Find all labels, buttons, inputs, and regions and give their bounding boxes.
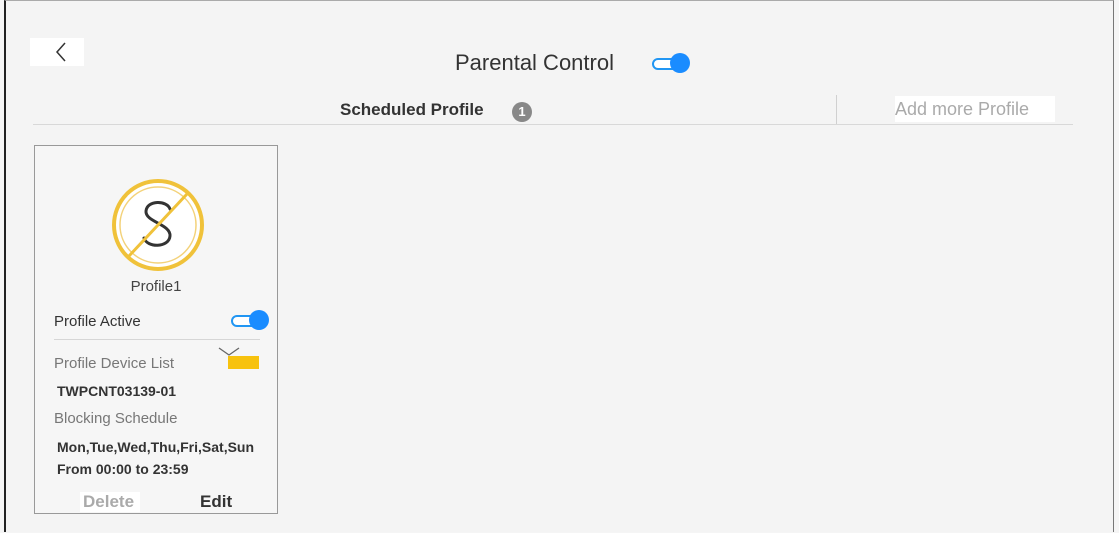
device-list-dropdown[interactable]: [217, 346, 261, 370]
divider: [54, 339, 260, 340]
device-name: TWPCNT03139-01: [57, 383, 177, 399]
toggle-knob: [249, 310, 269, 330]
tab-divider: [836, 95, 837, 125]
schedule-time: From 00:00 to 23:59: [57, 461, 189, 477]
tab-scheduled-profile[interactable]: Scheduled Profile: [340, 100, 505, 124]
parental-control-toggle[interactable]: [652, 53, 690, 73]
profile-card: Profile1 Profile Active Profile Device L…: [34, 145, 278, 515]
page-title: Parental Control: [455, 50, 614, 75]
back-button[interactable]: [52, 40, 70, 64]
chevron-down-icon: [218, 347, 259, 369]
no-schedule-icon: [109, 176, 207, 274]
profile-count-badge: 1: [512, 102, 532, 122]
edit-button[interactable]: Edit: [200, 492, 236, 515]
tabs-underline: [33, 124, 1073, 125]
delete-button[interactable]: Delete: [80, 492, 141, 512]
device-list-label: Profile Device List: [54, 355, 175, 372]
tab-scheduled-label: Scheduled Profile: [340, 100, 484, 119]
edit-label: Edit: [200, 492, 233, 511]
schedule-days: Mon,Tue,Wed,Thu,Fri,Sat,Sun: [57, 439, 255, 455]
profile-active-toggle[interactable]: [231, 310, 269, 330]
profile-name: Profile1: [130, 278, 182, 295]
blocking-schedule-label: Blocking Schedule: [54, 410, 178, 427]
tab-add-more-profile[interactable]: Add more Profile: [895, 99, 1029, 120]
chevron-left-icon: [55, 42, 66, 62]
profile-active-label: Profile Active: [54, 313, 141, 330]
toggle-knob: [670, 53, 690, 73]
